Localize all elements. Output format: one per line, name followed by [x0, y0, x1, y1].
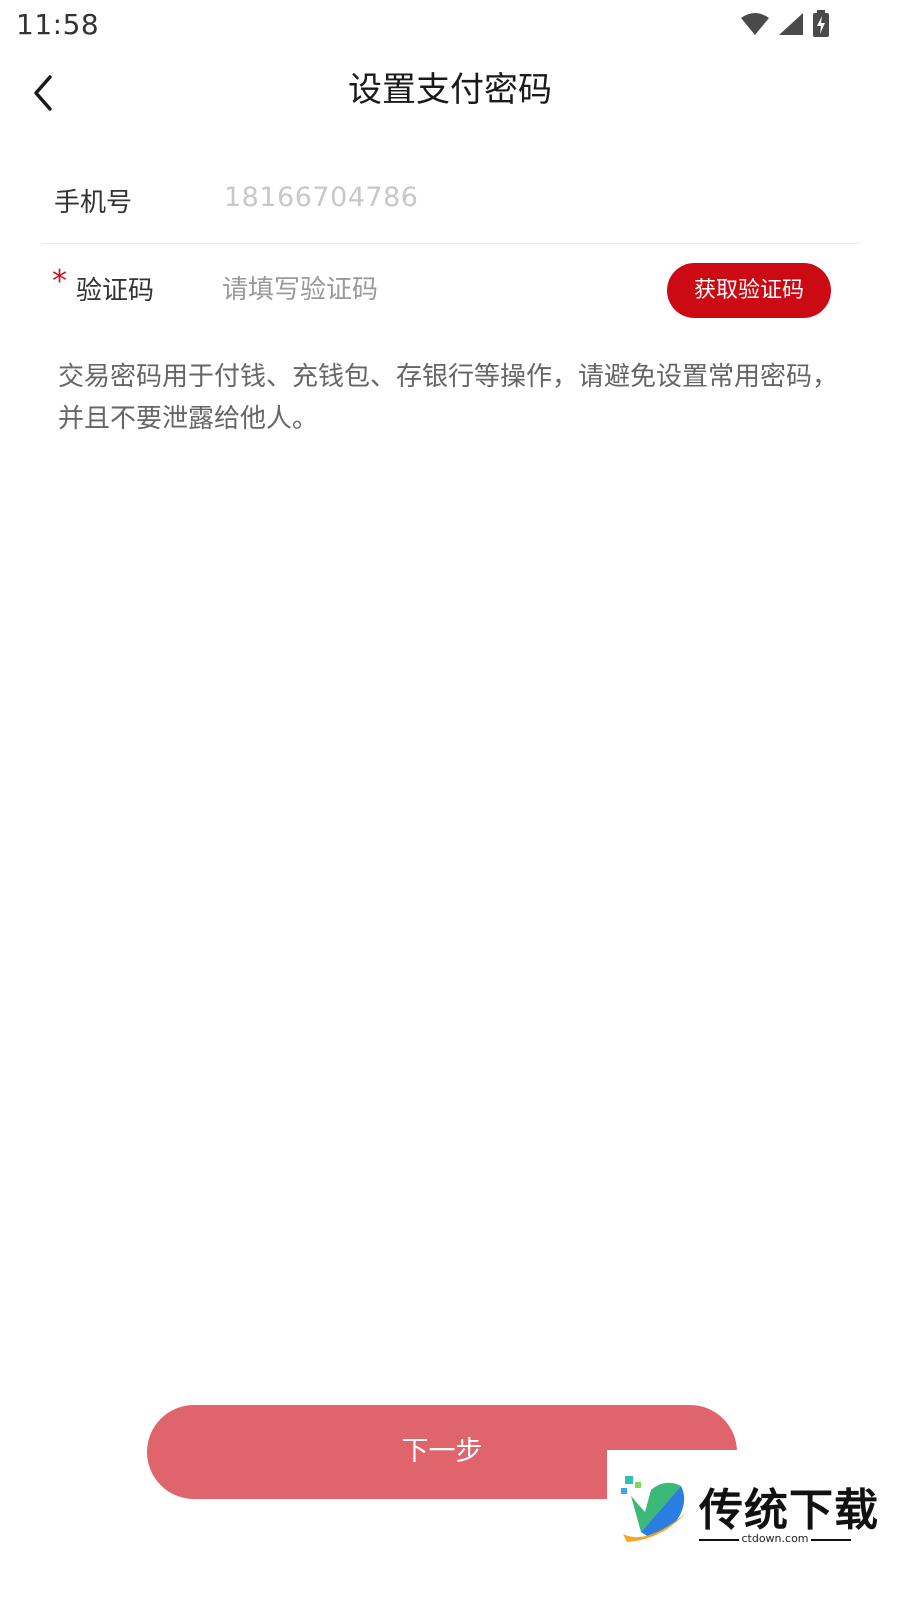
page-title: 设置支付密码	[348, 70, 552, 110]
get-verification-code-button[interactable]: 获取验证码	[667, 263, 831, 318]
watermark-line-right	[811, 1539, 851, 1541]
battery-icon	[813, 10, 829, 37]
notice-text: 交易密码用于付钱、充钱包、存银行等操作，请避免设置常用密码，并且不要泄露给他人。	[58, 362, 839, 434]
status-icons	[740, 10, 830, 38]
set-payment-password-page: 11:58 设置支付密码 手机号 18166704786 * 验证码 请填写验证…	[0, 0, 900, 1600]
verification-code-input[interactable]	[222, 270, 642, 310]
header: 设置支付密码	[0, 48, 900, 136]
verification-code-row: * 验证码 获取验证码	[42, 244, 860, 336]
wifi-icon	[741, 13, 769, 35]
watermark-title: 传统下载	[699, 1485, 879, 1536]
verification-code-label: 验证码	[76, 276, 155, 306]
phone-row: 手机号 18166704786	[42, 158, 860, 244]
status-time: 11:58	[16, 8, 100, 41]
phone-label: 手机号	[54, 188, 133, 218]
phone-number-value: 18166704786	[224, 182, 419, 213]
watermark: 传统下载 ctdown.com	[607, 1450, 900, 1600]
watermark-logo-icon	[621, 1476, 687, 1542]
signal-icon	[779, 13, 803, 35]
required-mark: *	[52, 264, 67, 299]
status-bar: 11:58	[0, 0, 900, 48]
